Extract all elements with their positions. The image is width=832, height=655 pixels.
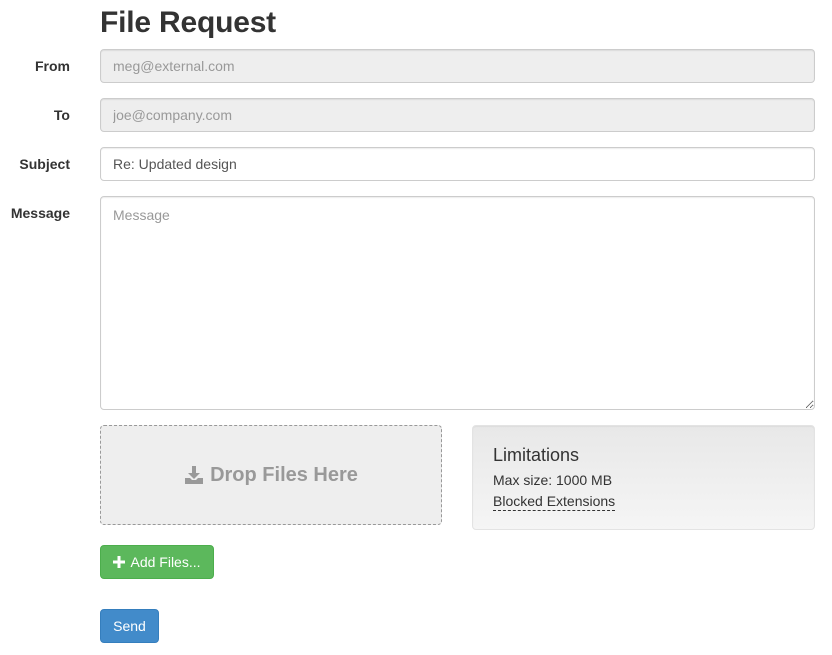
subject-input[interactable] — [100, 147, 815, 181]
send-button[interactable]: Send — [100, 609, 159, 643]
from-label: From — [35, 58, 70, 74]
blocked-extensions-link[interactable]: Blocked Extensions — [493, 493, 616, 511]
file-dropzone[interactable]: Drop Files Here — [100, 425, 442, 525]
dropzone-label: Drop Files Here — [210, 463, 358, 486]
page-title: File Request — [100, 6, 276, 39]
add-files-button[interactable]: Add Files... — [100, 545, 214, 579]
message-textarea[interactable] — [100, 196, 815, 410]
from-input[interactable] — [100, 49, 815, 83]
download-icon — [185, 466, 204, 484]
plus-icon — [113, 556, 126, 568]
limitations-panel: Limitations Max size: 1000 MB Blocked Ex… — [472, 425, 815, 530]
message-label: Message — [10, 205, 70, 221]
to-label: To — [53, 107, 70, 123]
max-size-text: Max size: 1000 MB — [493, 472, 613, 488]
to-input[interactable] — [100, 98, 815, 132]
subject-label: Subject — [19, 156, 70, 172]
file-request-page: File Request From To Subject Message Dro… — [0, 0, 832, 655]
limitations-title: Limitations — [493, 445, 580, 465]
add-files-label: Add Files... — [130, 554, 201, 570]
